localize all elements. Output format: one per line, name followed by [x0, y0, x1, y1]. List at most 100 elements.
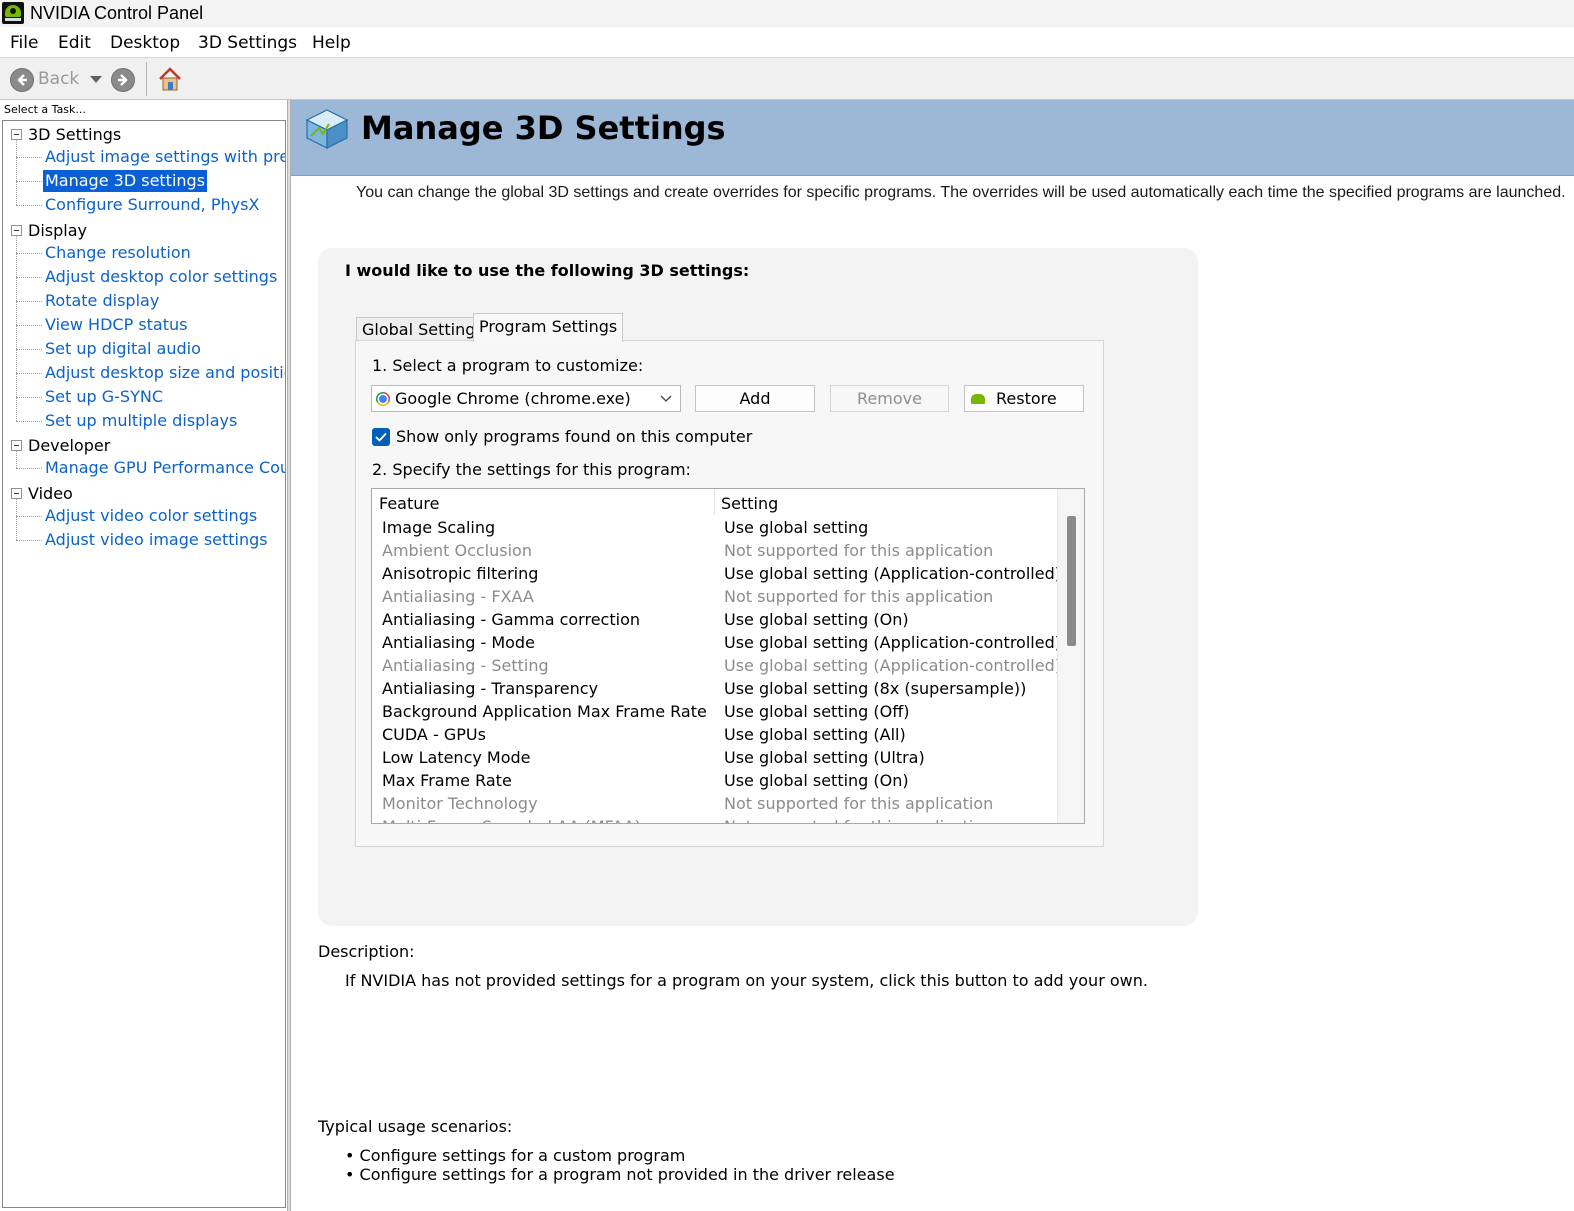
task-view-hdcp-status[interactable]: View HDCP status [43, 314, 189, 336]
list-scrollbar-thumb[interactable] [1067, 516, 1076, 646]
feature-cell: CUDA - GPUs [382, 725, 486, 744]
category-developer[interactable]: Developer [28, 435, 110, 457]
task-adjust-image-settings[interactable]: Adjust image settings with preview [43, 146, 285, 168]
home-icon[interactable] [156, 65, 184, 93]
column-header-setting[interactable]: Setting [721, 494, 778, 514]
feature-cell: Antialiasing - Gamma correction [382, 610, 640, 629]
feature-cell: Ambient Occlusion [382, 541, 532, 560]
task-configure-surround[interactable]: Configure Surround, PhysX [43, 194, 261, 216]
nvidia-logo-icon [2, 2, 24, 24]
remove-button[interactable]: Remove [830, 385, 949, 412]
show-only-label[interactable]: Show only programs found on this compute… [396, 427, 752, 447]
feature-cell: Background Application Max Frame Rate [382, 702, 707, 721]
table-row[interactable]: Image Scaling Use global setting [372, 516, 1056, 539]
table-row[interactable]: Low Latency Mode Use global setting (Ult… [372, 746, 1056, 769]
tab-program-settings[interactable]: Program Settings [473, 313, 624, 342]
feature-cell: Max Frame Rate [382, 771, 512, 790]
setting-cell: Use global setting (Off) [724, 702, 910, 721]
task-setup-multiple-displays[interactable]: Set up multiple displays [43, 410, 239, 432]
feature-cell: Monitor Technology [382, 794, 538, 813]
menu-bar: File Edit Desktop 3D Settings Help [0, 28, 1574, 58]
usage-item: • Configure settings for a program not p… [345, 1165, 895, 1184]
table-row[interactable]: Max Frame Rate Use global setting (On) [372, 769, 1056, 792]
table-row[interactable]: Ambient Occlusion Not supported for this… [372, 539, 1056, 562]
table-row[interactable]: Antialiasing - Gamma correction Use glob… [372, 608, 1056, 631]
column-header-feature[interactable]: Feature [379, 494, 439, 514]
list-header: Feature Setting [372, 489, 1056, 515]
history-dropdown-icon[interactable] [90, 76, 102, 83]
restore-button-label: Restore [996, 389, 1057, 408]
feature-cell: Antialiasing - Mode [382, 633, 535, 652]
back-button[interactable]: Back [38, 69, 79, 89]
setting-cell: Use global setting (Ultra) [724, 748, 925, 767]
menu-file[interactable]: File [10, 32, 38, 54]
setting-cell: Not supported for this application [724, 541, 994, 560]
table-row[interactable]: Antialiasing - Mode Use global setting (… [372, 631, 1061, 654]
task-adjust-desktop-color[interactable]: Adjust desktop color settings [43, 266, 279, 288]
setting-cell: Not supported for this application [724, 587, 994, 606]
program-select-value: Google Chrome (chrome.exe) [395, 389, 631, 408]
title-bar: NVIDIA Control Panel [0, 0, 1574, 27]
setting-cell: Use global setting (8x (supersample)) [724, 679, 1027, 698]
list-scrollbar[interactable] [1057, 489, 1084, 823]
nvidia-restore-icon [971, 394, 985, 404]
table-row[interactable]: Monitor Technology Not supported for thi… [372, 792, 1056, 815]
category-display[interactable]: Display [28, 220, 87, 242]
table-row[interactable]: Antialiasing - Setting Use global settin… [372, 654, 1061, 677]
setting-cell: Not supported for this application [724, 816, 993, 823]
menu-desktop[interactable]: Desktop [110, 32, 180, 54]
program-select[interactable]: Google Chrome (chrome.exe) [371, 385, 681, 412]
restore-button[interactable]: Restore [964, 385, 1084, 412]
setting-cell: Use global setting [724, 518, 869, 537]
select-task-label: Select a Task... [4, 103, 86, 116]
toolbar-separator [146, 62, 147, 96]
usage-heading: Typical usage scenarios: [318, 1117, 513, 1136]
table-row[interactable]: Multi-Frame Sampled AA (MFAA) Not suppor… [372, 815, 1056, 823]
task-change-resolution[interactable]: Change resolution [43, 242, 193, 264]
task-manage-3d-settings[interactable]: Manage 3D settings [43, 170, 208, 192]
add-button[interactable]: Add [695, 385, 815, 412]
category-3d-settings[interactable]: 3D Settings [28, 124, 121, 146]
task-setup-gsync[interactable]: Set up G-SYNC [43, 386, 165, 408]
step2-label: 2. Specify the settings for this program… [372, 460, 691, 479]
3d-settings-icon [305, 109, 349, 149]
table-row[interactable]: CUDA - GPUs Use global setting (All) [372, 723, 1056, 746]
task-adjust-video-image[interactable]: Adjust video image settings [43, 529, 270, 551]
menu-3d-settings[interactable]: 3D Settings [198, 32, 297, 54]
menu-edit[interactable]: Edit [58, 32, 91, 54]
category-video[interactable]: Video [28, 483, 73, 505]
pane-splitter[interactable] [287, 100, 291, 1211]
feature-cell: Low Latency Mode [382, 748, 531, 767]
feature-cell: Image Scaling [382, 518, 496, 537]
table-row[interactable]: Antialiasing - FXAA Not supported for th… [372, 585, 1056, 608]
collapse-developer-icon[interactable] [11, 440, 22, 451]
description-heading: Description: [318, 942, 415, 961]
task-rotate-display[interactable]: Rotate display [43, 290, 161, 312]
step1-label: 1. Select a program to customize: [372, 356, 644, 375]
table-row[interactable]: Background Application Max Frame Rate Us… [372, 700, 1056, 723]
table-row[interactable]: Antialiasing - Transparency Use global s… [372, 677, 1056, 700]
feature-cell: Anisotropic filtering [382, 564, 539, 583]
task-adjust-desktop-size[interactable]: Adjust desktop size and position [43, 362, 285, 384]
feature-cell: Antialiasing - Transparency [382, 679, 599, 698]
feature-settings-list[interactable]: Feature Setting Image Scaling Use global… [371, 488, 1085, 824]
menu-help[interactable]: Help [312, 32, 351, 54]
setting-cell: Use global setting (Application-controll… [724, 633, 1061, 652]
collapse-display-icon[interactable] [11, 225, 22, 236]
back-arrow-icon[interactable] [10, 68, 34, 92]
tab-global-settings[interactable]: Global Settings [356, 317, 490, 341]
collapse-3d-settings-icon[interactable] [11, 129, 22, 140]
forward-arrow-icon[interactable] [111, 68, 135, 92]
feature-cell: Antialiasing - FXAA [382, 587, 534, 606]
table-row[interactable]: Anisotropic filtering Use global setting… [372, 562, 1061, 585]
setting-cell: Not supported for this application [724, 794, 994, 813]
setting-cell: Use global setting (On) [724, 610, 909, 629]
show-only-checkbox[interactable] [372, 428, 390, 446]
task-manage-gpu-counters[interactable]: Manage GPU Performance Counters [43, 457, 285, 479]
collapse-video-icon[interactable] [11, 488, 22, 499]
task-setup-digital-audio[interactable]: Set up digital audio [43, 338, 203, 360]
setting-cell: Use global setting (On) [724, 771, 909, 790]
task-adjust-video-color[interactable]: Adjust video color settings [43, 505, 259, 527]
checkmark-icon [375, 432, 387, 442]
group-heading: I would like to use the following 3D set… [345, 261, 750, 280]
